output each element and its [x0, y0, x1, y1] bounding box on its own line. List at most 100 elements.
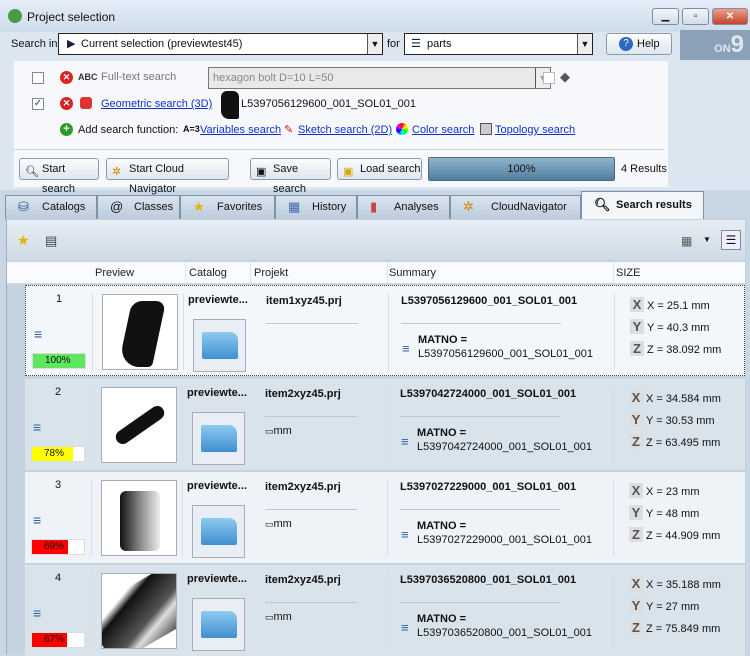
tab-favorites[interactable]: ★ Favorites	[180, 195, 275, 219]
remove-icon[interactable]: ✕	[60, 71, 73, 84]
part-shape	[120, 491, 160, 551]
variables-search-link[interactable]: Variables search	[200, 124, 281, 136]
preview-image[interactable]	[102, 294, 178, 370]
color-search-link[interactable]: Color search	[412, 124, 474, 136]
calendar-icon: ▦	[288, 199, 301, 214]
help-icon: ?	[619, 37, 633, 51]
size-y-value: Y = 48 mm	[646, 508, 700, 520]
ruler-icon: ▭	[265, 612, 274, 622]
tab-search-results[interactable]: 🔍︎ Search results	[581, 191, 704, 219]
help-label: Help	[637, 38, 660, 50]
tab-catalogs[interactable]: ⛁ Catalogs	[5, 195, 97, 219]
for-select[interactable]: ☰ parts ▼	[404, 33, 593, 55]
divider	[400, 509, 560, 510]
export-icon[interactable]: ▤	[45, 233, 57, 249]
column-separator[interactable]	[613, 262, 614, 284]
size-z-value: Z = 38.092 mm	[647, 344, 722, 356]
maximize-button[interactable]: ▫	[682, 8, 709, 25]
triangle-icon: ▶	[67, 38, 76, 50]
add-icon[interactable]: +	[60, 123, 73, 136]
fulltext-input[interactable]: hexagon bolt D=10 L=50 ▼	[208, 67, 551, 89]
catalog-name[interactable]: previewte...	[188, 294, 248, 306]
chevron-down-icon[interactable]: ▼	[703, 235, 711, 244]
project-name[interactable]: item1xyz45.prj	[266, 295, 342, 307]
row-menu-icon[interactable]: ≡	[33, 605, 41, 621]
size-z: ZZ = 44.909 mm	[629, 527, 720, 542]
size-x-value: X = 25.1 mm	[647, 300, 710, 312]
search-in-select[interactable]: ▶ Current selection (previewtest45) ▼	[58, 33, 383, 55]
help-button[interactable]: ? Help	[606, 33, 672, 55]
geometric-checkbox[interactable]: ✓	[32, 98, 44, 110]
tab-analyses[interactable]: ▮ Analyses	[357, 195, 450, 219]
result-row[interactable]: 4 ≡ 67% previewte... item2xyz45.prj ▭mm …	[25, 565, 745, 656]
start-search-button[interactable]: 🔍︎ Start search	[19, 158, 99, 195]
tab-label: Catalogs	[42, 201, 86, 213]
folder-icon[interactable]	[192, 505, 245, 558]
add-function-label: Add search function:	[78, 124, 179, 136]
result-row[interactable]: 1 ≡ 100% previewte... item1xyz45.prj L53…	[25, 285, 745, 376]
list-icon: ≡	[402, 341, 410, 356]
cloud-navigator-button[interactable]: ✲ Start Cloud Navigator	[106, 158, 229, 195]
match-score-bar: 69%	[31, 539, 85, 555]
folder-icon[interactable]	[193, 319, 246, 372]
chevron-down-icon[interactable]: ▼	[367, 34, 382, 54]
close-button[interactable]: ✕	[712, 8, 748, 25]
add-favorite-icon[interactable]: ★	[17, 232, 30, 249]
for-label: for	[387, 38, 400, 50]
project-name[interactable]: item2xyz45.prj	[265, 481, 341, 493]
folder-icon[interactable]	[192, 598, 245, 651]
tab-label: Favorites	[217, 201, 263, 213]
chevron-down-icon[interactable]: ▼	[577, 34, 592, 54]
catalog-name[interactable]: previewte...	[187, 387, 247, 399]
tab-history[interactable]: ▦ History	[275, 195, 357, 219]
result-row[interactable]: 2 ≡ 78% previewte... item2xyz45.prj ▭mm …	[25, 379, 745, 470]
column-summary[interactable]: Summary	[389, 267, 436, 279]
result-row[interactable]: 3 ≡ 69% previewte... item2xyz45.prj ▭mm …	[25, 472, 745, 563]
minimize-button[interactable]: ▁	[652, 8, 679, 25]
part-shape	[117, 301, 167, 367]
folder-icon[interactable]	[192, 412, 245, 465]
preview-image[interactable]	[101, 387, 177, 463]
tab-label: Classes	[134, 201, 174, 213]
project-name[interactable]: item2xyz45.prj	[265, 574, 341, 586]
preview-image[interactable]	[101, 480, 177, 556]
size-x: XX = 34.584 mm	[629, 390, 721, 405]
search-in-label: Search in	[11, 38, 58, 50]
geometric-part: L5397056129600_001_SOL01_001	[241, 98, 416, 110]
tab-cloudnavigator[interactable]: ✲ CloudNavigator	[450, 195, 581, 219]
fulltext-checkbox[interactable]	[32, 72, 44, 84]
match-score: 100%	[45, 355, 71, 366]
book-icon[interactable]: ◆	[560, 69, 570, 85]
view-list-icon[interactable]: ☰	[721, 230, 741, 250]
column-size[interactable]: SIZE	[616, 267, 640, 279]
remove-icon[interactable]: ✕	[60, 97, 73, 110]
project-name[interactable]: item2xyz45.prj	[265, 388, 341, 400]
topology-search-link[interactable]: Topology search	[495, 124, 575, 136]
app-icon	[8, 9, 22, 23]
column-projekt[interactable]: Projekt	[254, 267, 288, 279]
view-grid-icon[interactable]: ▦	[681, 234, 692, 248]
row-menu-icon[interactable]: ≡	[33, 419, 41, 435]
geometric-search-link[interactable]: Geometric search (3D)	[101, 98, 212, 110]
tab-classes[interactable]: @ Classes	[97, 195, 180, 219]
column-separator[interactable]	[387, 262, 388, 284]
cell-divider	[92, 294, 93, 370]
sketch-search-link[interactable]: Sketch search (2D)	[298, 124, 392, 136]
preview-image[interactable]	[101, 573, 177, 649]
column-catalog[interactable]: Catalog	[189, 267, 227, 279]
row-menu-icon[interactable]: ≡	[33, 512, 41, 528]
save-search-button[interactable]: ▣ Save search	[250, 158, 331, 195]
option-checkbox[interactable]	[543, 72, 555, 84]
column-separator[interactable]	[185, 262, 186, 284]
column-preview[interactable]: Preview	[95, 267, 134, 279]
load-search-button[interactable]: ▣ Load search	[337, 158, 422, 180]
row-menu-icon[interactable]: ≡	[34, 326, 42, 342]
catalog-name[interactable]: previewte...	[187, 573, 247, 585]
catalog-name[interactable]: previewte...	[187, 480, 247, 492]
cell-divider	[613, 480, 614, 556]
tab-label: History	[312, 201, 347, 213]
matno-label: MATNO =	[418, 334, 467, 346]
column-separator[interactable]	[250, 262, 251, 284]
cell-divider	[182, 387, 183, 463]
unit-label: ▭mm	[265, 425, 292, 437]
